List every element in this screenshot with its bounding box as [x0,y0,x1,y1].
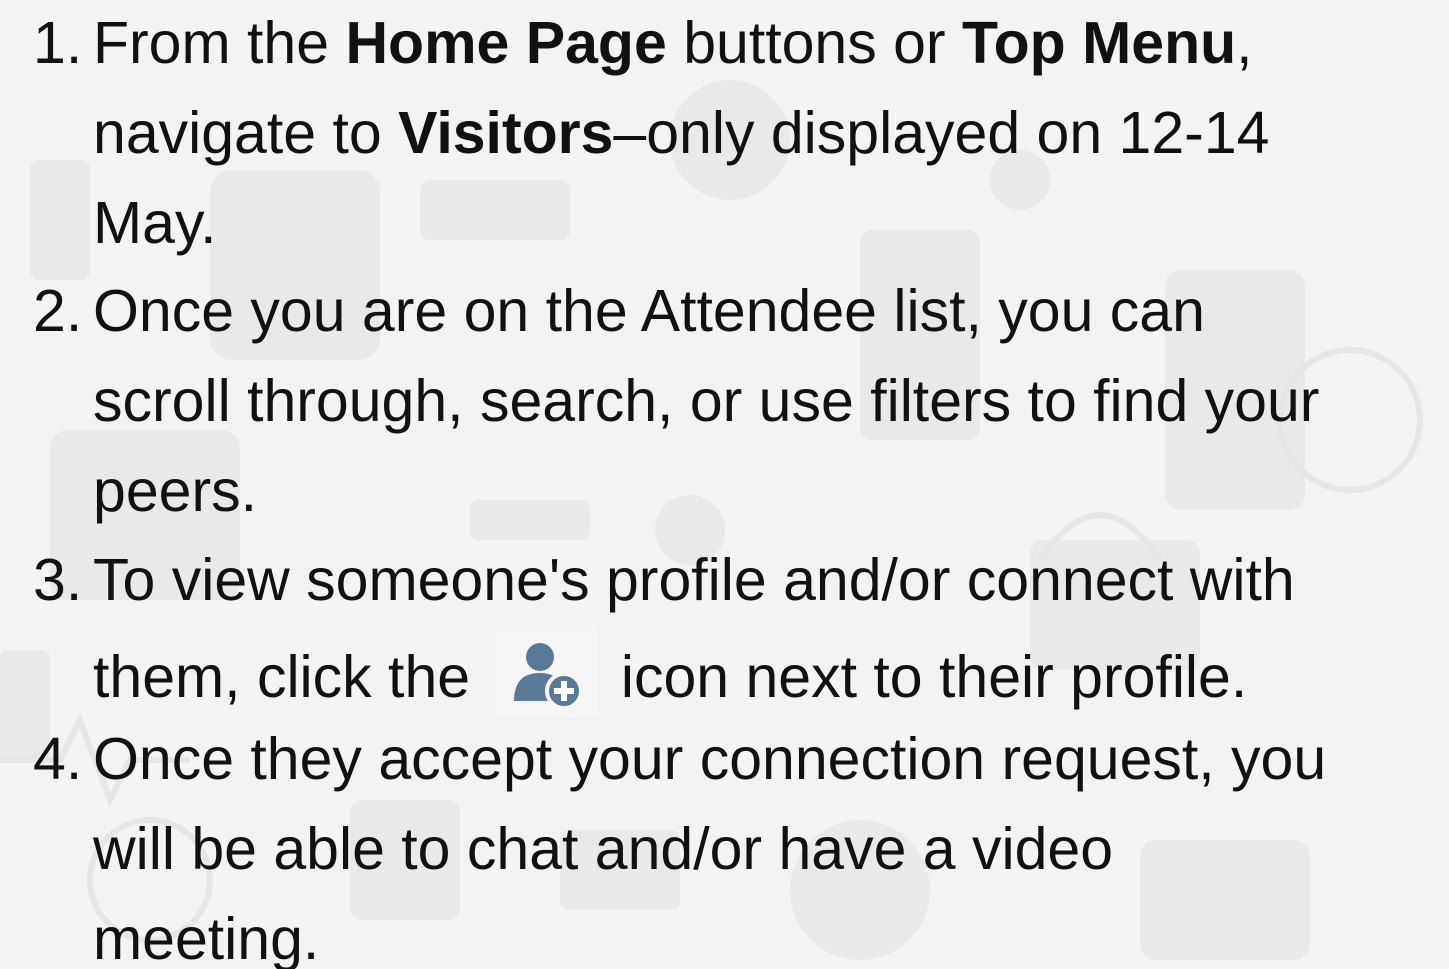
step-4: 4. Once they accept your connection requ… [0,714,1449,969]
step-text: meeting. [93,906,320,969]
visitors-label: Visitors [398,100,614,166]
step-3: 3. To view someone's profile and/or conn… [0,535,1449,722]
add-user-icon [496,625,599,717]
step-number: 3. [33,547,83,613]
step-text: Once you are on the Attendee list, you c… [93,278,1205,344]
step-text: From the [93,10,346,76]
step-text: May. [93,190,217,256]
step-text: –only displayed on 12-14 [613,100,1270,166]
step-1: 1. From the Home Page buttons or Top Men… [0,0,1449,268]
step-text: Once they accept your connection request… [93,726,1327,792]
instructions-page: 1. From the Home Page buttons or Top Men… [0,0,1449,969]
step-text: them, click the [93,644,487,710]
step-text: , [1236,10,1253,76]
step-text: peers. [93,458,257,524]
step-text: To view someone's profile and/or connect… [93,547,1295,613]
step-text: navigate to [93,100,399,166]
step-text: scroll through, search, or use filters t… [93,368,1320,434]
step-number: 4. [33,726,83,792]
step-number: 1. [33,10,83,76]
top-menu-label: Top Menu [961,10,1237,76]
home-page-label: Home Page [345,10,667,76]
step-text: icon next to their profile. [604,644,1248,710]
step-number: 2. [33,278,83,344]
step-2: 2. Once you are on the Attendee list, yo… [0,266,1449,536]
step-text: will be able to chat and/or have a video [93,816,1114,882]
step-text: buttons or [666,10,962,76]
